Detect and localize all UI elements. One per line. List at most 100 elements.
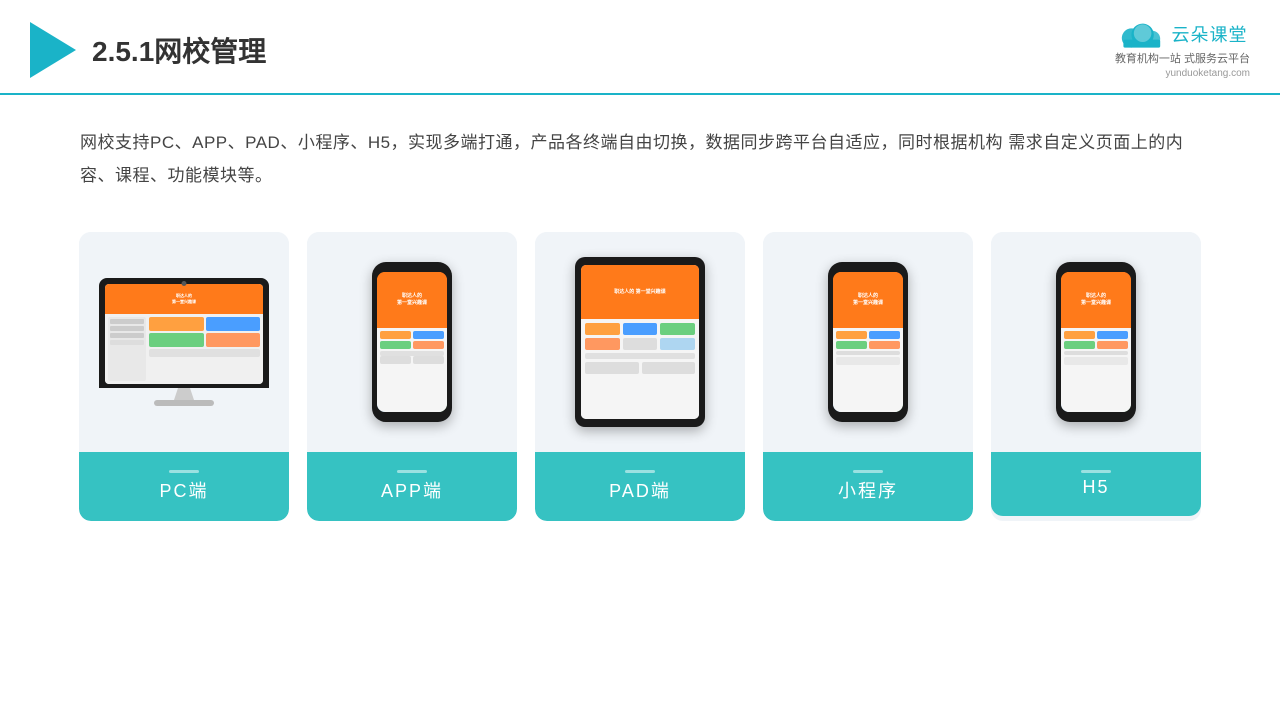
h5-screen-top: 职达人的第一堂兴趣课 xyxy=(1061,272,1131,328)
phone-screen-text: 职达人的第一堂兴趣课 xyxy=(397,293,427,306)
mini-block xyxy=(1064,331,1095,339)
phone-notch xyxy=(397,262,427,268)
card-h5: 职达人的第一堂兴趣课 xyxy=(991,232,1201,521)
pad-tablet-frame: 职达人的 第一堂兴趣课 xyxy=(575,257,705,427)
phone-mini-row-f xyxy=(1064,357,1128,365)
phone-notch-3 xyxy=(1081,262,1111,268)
mini-block xyxy=(869,341,900,349)
page-title: 2.5.1网校管理 xyxy=(92,30,266,70)
card-pad-preview: 职达人的 第一堂兴趣课 xyxy=(535,232,745,452)
mini-divider-2 xyxy=(1064,351,1128,355)
h5-screen: 职达人的第一堂兴趣课 xyxy=(1061,272,1131,412)
card-app-label: APP端 xyxy=(307,452,517,521)
header-right: 云朵课堂 教育机构一站 式服务云平台 yunduoketang.com xyxy=(1115,18,1250,81)
mini-block xyxy=(1064,341,1095,349)
pc-monitor: 职达人的第一堂兴趣课 xyxy=(99,278,269,406)
mini-block xyxy=(380,331,411,339)
h5-screen-bottom xyxy=(1061,328,1131,412)
phone-mini-row-e xyxy=(1064,341,1128,349)
mini-block xyxy=(413,341,444,349)
mini-block xyxy=(413,356,444,364)
header-left: 2.5.1网校管理 xyxy=(30,22,266,78)
label-bar xyxy=(853,470,883,473)
play-icon xyxy=(30,22,76,78)
mini-divider xyxy=(836,351,900,355)
mini-block xyxy=(1064,357,1128,365)
label-bar xyxy=(1081,470,1111,473)
tablet-row-2 xyxy=(585,338,695,350)
tablet-block xyxy=(623,338,658,350)
phone-mini-row-2 xyxy=(380,341,444,349)
mini-block xyxy=(1097,331,1128,339)
brand-url: yunduoketang.com xyxy=(1115,67,1250,81)
monitor-stand xyxy=(174,388,194,400)
mini-block xyxy=(380,356,411,364)
tablet-screen-top: 职达人的 第一堂兴趣课 xyxy=(581,265,699,319)
tablet-screen: 职达人的 第一堂兴趣课 xyxy=(581,265,699,419)
phone-mini-row-d xyxy=(1064,331,1128,339)
tablet-block xyxy=(642,362,696,374)
miniprogram-screen-top: 职达人的第一堂兴趣课 xyxy=(833,272,903,328)
device-cards-container: 职达人的第一堂兴趣课 xyxy=(0,212,1280,551)
h5-screen-text: 职达人的第一堂兴趣课 xyxy=(1081,293,1111,306)
header: 2.5.1网校管理 云朵课堂 教育机构一站 式服务云平台 yunduoketan… xyxy=(0,0,1280,95)
brand-tagline: 教育机构一站 式服务云平台 yunduoketang.com xyxy=(1115,52,1250,81)
card-app-preview: 职达人的第一堂兴趣课 xyxy=(307,232,517,452)
phone-mini-row-3 xyxy=(380,356,444,364)
card-miniprogram-preview: 职达人的第一堂兴趣课 xyxy=(763,232,973,452)
phone-mini-row-c xyxy=(836,357,900,365)
tablet-block xyxy=(660,323,695,335)
card-pad: 职达人的 第一堂兴趣课 xyxy=(535,232,745,521)
card-h5-label: H5 xyxy=(991,452,1201,516)
card-pad-label: PAD端 xyxy=(535,452,745,521)
phone-screen-top: 职达人的第一堂兴趣课 xyxy=(377,272,447,328)
card-miniprogram: 职达人的第一堂兴趣课 xyxy=(763,232,973,521)
phone-screen: 职达人的第一堂兴趣课 xyxy=(377,272,447,412)
tablet-block xyxy=(623,323,658,335)
monitor-screen: 职达人的第一堂兴趣课 xyxy=(105,284,263,384)
description-text: 网校支持PC、APP、PAD、小程序、H5，实现多端打通，产品各终端自由切换，数… xyxy=(0,95,1280,212)
label-bar xyxy=(169,470,199,473)
mini-block xyxy=(413,331,444,339)
tablet-block xyxy=(585,323,620,335)
card-app: 职达人的第一堂兴趣课 xyxy=(307,232,517,521)
mini-block xyxy=(380,341,411,349)
mini-block xyxy=(1097,341,1128,349)
cloud-icon xyxy=(1117,18,1165,50)
label-bar xyxy=(625,470,655,473)
brand-logo: 云朵课堂 xyxy=(1117,18,1247,50)
h5-phone-frame: 职达人的第一堂兴趣课 xyxy=(1056,262,1136,422)
tablet-row-3 xyxy=(585,362,695,374)
miniprogram-screen-content: 职达人的第一堂兴趣课 xyxy=(833,272,903,412)
miniprogram-screen-text: 职达人的第一堂兴趣课 xyxy=(853,293,883,306)
card-pc: 职达人的第一堂兴趣课 xyxy=(79,232,289,521)
monitor-dot xyxy=(182,281,187,286)
tablet-screen-bottom xyxy=(581,319,699,419)
card-miniprogram-label: 小程序 xyxy=(763,452,973,521)
phone-screen-bottom xyxy=(377,328,447,412)
brand-name: 云朵课堂 xyxy=(1171,21,1247,47)
label-bar xyxy=(397,470,427,473)
miniprogram-screen: 职达人的第一堂兴趣课 xyxy=(833,272,903,412)
mini-block xyxy=(836,341,867,349)
tablet-row-1 xyxy=(585,323,695,335)
app-phone-frame: 职达人的第一堂兴趣课 xyxy=(372,262,452,422)
card-pc-label: PC端 xyxy=(79,452,289,521)
pc-monitor-wrap: 职达人的第一堂兴趣课 xyxy=(99,278,269,406)
phone-screen-content: 职达人的第一堂兴趣课 xyxy=(377,272,447,412)
miniprogram-phone-frame: 职达人的第一堂兴趣课 xyxy=(828,262,908,422)
miniprogram-screen-bottom xyxy=(833,328,903,412)
phone-mini-row-a xyxy=(836,331,900,339)
mini-block xyxy=(869,331,900,339)
tablet-separator xyxy=(585,353,695,359)
phone-notch-2 xyxy=(853,262,883,268)
monitor-screen-wrap: 职达人的第一堂兴趣课 xyxy=(99,278,269,388)
mini-block xyxy=(836,357,900,365)
mini-block xyxy=(836,331,867,339)
tablet-block xyxy=(585,338,620,350)
tablet-block xyxy=(660,338,695,350)
phone-mini-row-b xyxy=(836,341,900,349)
phone-mini-row-1 xyxy=(380,331,444,339)
tablet-block xyxy=(585,362,639,374)
card-h5-preview: 职达人的第一堂兴趣课 xyxy=(991,232,1201,452)
